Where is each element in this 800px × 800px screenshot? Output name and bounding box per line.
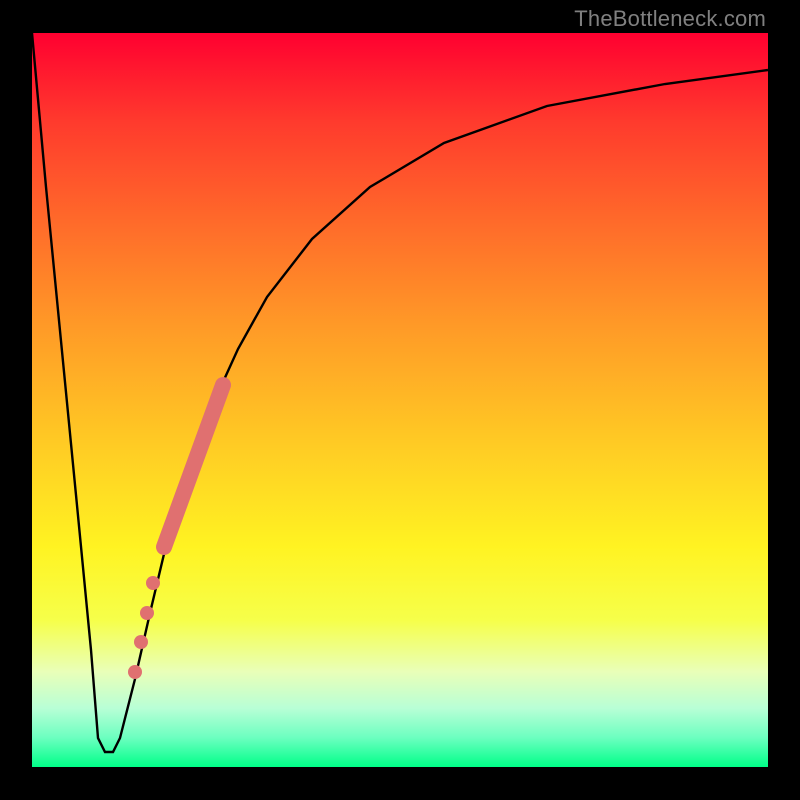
watermark-text: TheBottleneck.com xyxy=(574,6,766,32)
curve-svg xyxy=(32,33,768,767)
chart-stage: TheBottleneck.com xyxy=(0,0,800,800)
highlight-dot-3 xyxy=(134,635,148,649)
highlight-thick-segment xyxy=(164,385,223,547)
highlight-dot-4 xyxy=(128,665,142,679)
highlight-dot-1 xyxy=(146,576,160,590)
highlight-dot-2 xyxy=(140,606,154,620)
plot-area xyxy=(32,33,768,767)
